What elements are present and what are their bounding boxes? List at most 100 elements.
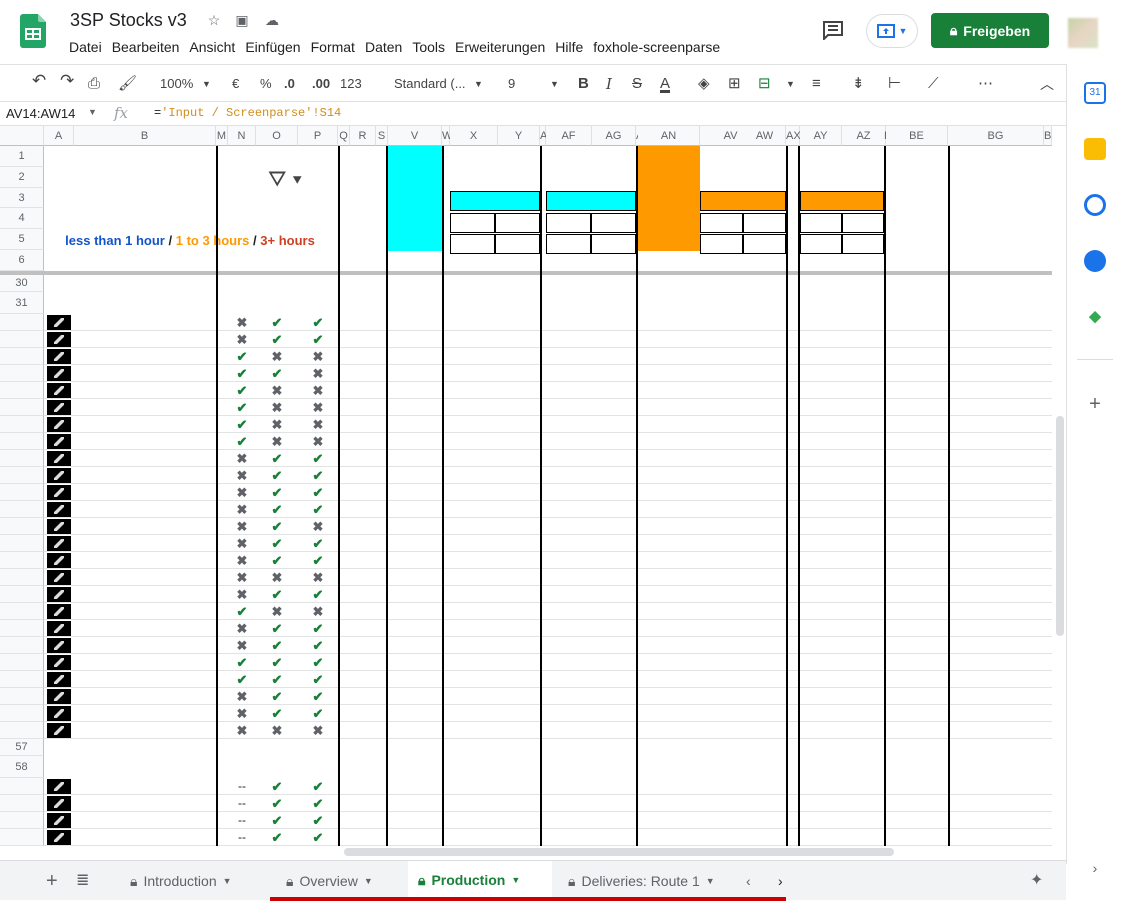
avatar[interactable] (1068, 18, 1098, 48)
row-header[interactable]: 5 (0, 229, 44, 250)
tasks-icon[interactable] (1084, 194, 1106, 216)
column-header[interactable]: Q (338, 126, 350, 146)
collapse-toolbar-icon[interactable]: ︿ (1040, 75, 1054, 93)
row-header[interactable] (0, 812, 44, 829)
row-header[interactable] (0, 705, 44, 722)
move-folder-icon[interactable]: ▣ (234, 12, 250, 28)
column-header[interactable]: BI (1044, 126, 1052, 146)
row-header[interactable] (0, 778, 44, 795)
add-sheet-icon[interactable]: + (36, 861, 68, 901)
row-header[interactable] (0, 795, 44, 812)
menu-item[interactable]: Datei (64, 38, 107, 58)
document-title[interactable]: 3SP Stocks v3 (70, 10, 187, 31)
column-header[interactable]: M (216, 126, 228, 146)
tab-overview[interactable]: 🔒︎ Overview ▼ (276, 861, 383, 901)
scroll-tabs-right-icon[interactable]: › (768, 861, 793, 901)
italic-icon[interactable]: I (606, 75, 612, 93)
column-header[interactable]: P (298, 126, 338, 146)
name-box[interactable]: AV14:AW14 (6, 106, 75, 121)
menu-item[interactable]: Ansicht (184, 38, 240, 58)
row-header[interactable] (0, 382, 44, 399)
row-header[interactable] (0, 552, 44, 569)
column-header[interactable]: AW (744, 126, 786, 146)
percent-format-button[interactable]: % (260, 75, 272, 93)
share-button[interactable]: 🔒︎ Freigeben (931, 13, 1049, 48)
row-header[interactable] (0, 603, 44, 620)
column-header[interactable]: V (388, 126, 442, 146)
present-button[interactable]: ▼ (866, 14, 918, 48)
menu-item[interactable]: Daten (360, 38, 407, 58)
paint-format-icon[interactable]: 🖌︎ (118, 75, 137, 93)
row-header[interactable] (0, 637, 44, 654)
row-header[interactable] (0, 331, 44, 348)
calendar-icon[interactable]: 31 (1084, 82, 1106, 104)
row-header[interactable] (0, 829, 44, 846)
print-icon[interactable]: ⎙ (88, 75, 100, 93)
spreadsheet-grid[interactable]: ABMNOPQRSVWXYAEAFAGAJANAVAWAXAYAZBDBEBGB… (0, 126, 1052, 846)
text-wrap-icon[interactable]: ⊢ (888, 75, 901, 93)
menu-item[interactable]: Format (306, 38, 360, 58)
formula-input[interactable]: ='Input / Screenparse'!S14 (154, 106, 341, 120)
comment-history-icon[interactable] (822, 20, 844, 40)
borders-icon[interactable]: ⊞ (728, 75, 741, 93)
row-header[interactable] (0, 620, 44, 637)
freeze-divider[interactable] (0, 271, 1052, 275)
column-header[interactable]: AY (800, 126, 842, 146)
column-header[interactable]: A (44, 126, 74, 146)
row-header[interactable]: 6 (0, 250, 44, 271)
column-header[interactable]: BG (948, 126, 1044, 146)
column-header[interactable]: S (376, 126, 388, 146)
row-header[interactable] (0, 586, 44, 603)
row-header[interactable] (0, 348, 44, 365)
row-header[interactable] (0, 484, 44, 501)
tab-introduction[interactable]: 🔒︎ Introduction ▼ (120, 861, 242, 901)
column-header[interactable]: B (74, 126, 216, 146)
more-icon[interactable]: ⋯ (978, 75, 993, 93)
column-header[interactable]: N (228, 126, 256, 146)
explore-icon[interactable]: ✦ (1020, 861, 1053, 901)
cloud-status-icon[interactable]: ☁ (264, 12, 280, 28)
chevron-down-icon[interactable]: ▼ (786, 75, 795, 93)
align-horizontal-icon[interactable]: ≡ (812, 75, 821, 93)
row-header[interactable] (0, 416, 44, 433)
column-header[interactable]: AN (638, 126, 700, 146)
row-header[interactable] (0, 467, 44, 484)
row-header[interactable]: 1 (0, 146, 44, 167)
tab-production[interactable]: 🔒︎ Production ▼ (408, 861, 552, 901)
row-header[interactable] (0, 671, 44, 688)
column-header[interactable]: AX (786, 126, 801, 146)
align-vertical-icon[interactable]: ⇟ (852, 75, 865, 93)
strikethrough-icon[interactable]: S (632, 75, 642, 93)
row-header[interactable]: 2 (0, 167, 44, 188)
row-header[interactable] (0, 688, 44, 705)
row-header[interactable] (0, 569, 44, 586)
currency-format-button[interactable]: € (232, 75, 239, 93)
column-header[interactable]: BE (886, 126, 948, 146)
fill-color-icon[interactable]: ◈ (698, 75, 710, 93)
expand-panel-icon[interactable]: › (1084, 860, 1106, 882)
scroll-tabs-left-icon[interactable]: ‹ (736, 861, 761, 901)
tab-deliveries-route-1[interactable]: 🔒︎ Deliveries: Route 1 ▼ (558, 861, 725, 901)
redo-icon[interactable]: ↷ (60, 72, 74, 90)
row-header[interactable]: 3 (0, 188, 44, 208)
star-icon[interactable]: ☆ (206, 12, 222, 28)
column-header[interactable]: Y (498, 126, 540, 146)
column-header[interactable]: O (256, 126, 298, 146)
increase-decimal-button[interactable]: .00 (312, 75, 330, 93)
text-rotate-icon[interactable]: ⟋ (928, 75, 939, 93)
maps-icon[interactable]: ⬥ (1084, 306, 1106, 328)
column-header[interactable]: R (350, 126, 376, 146)
row-header[interactable]: 31 (0, 292, 44, 314)
horizontal-scrollbar[interactable] (344, 848, 894, 856)
chevron-down-icon[interactable]: ▼ (88, 107, 97, 117)
undo-icon[interactable]: ↶ (32, 72, 46, 90)
row-header[interactable] (0, 722, 44, 739)
vertical-scrollbar[interactable] (1056, 416, 1064, 636)
row-header[interactable] (0, 365, 44, 382)
row-header[interactable]: 57 (0, 739, 44, 756)
keep-icon[interactable] (1084, 138, 1106, 160)
font-size-select[interactable]: 9 (508, 75, 515, 93)
row-header[interactable] (0, 450, 44, 467)
menu-item[interactable]: Erweiterungen (450, 38, 550, 58)
sheets-logo-icon[interactable] (20, 14, 46, 48)
